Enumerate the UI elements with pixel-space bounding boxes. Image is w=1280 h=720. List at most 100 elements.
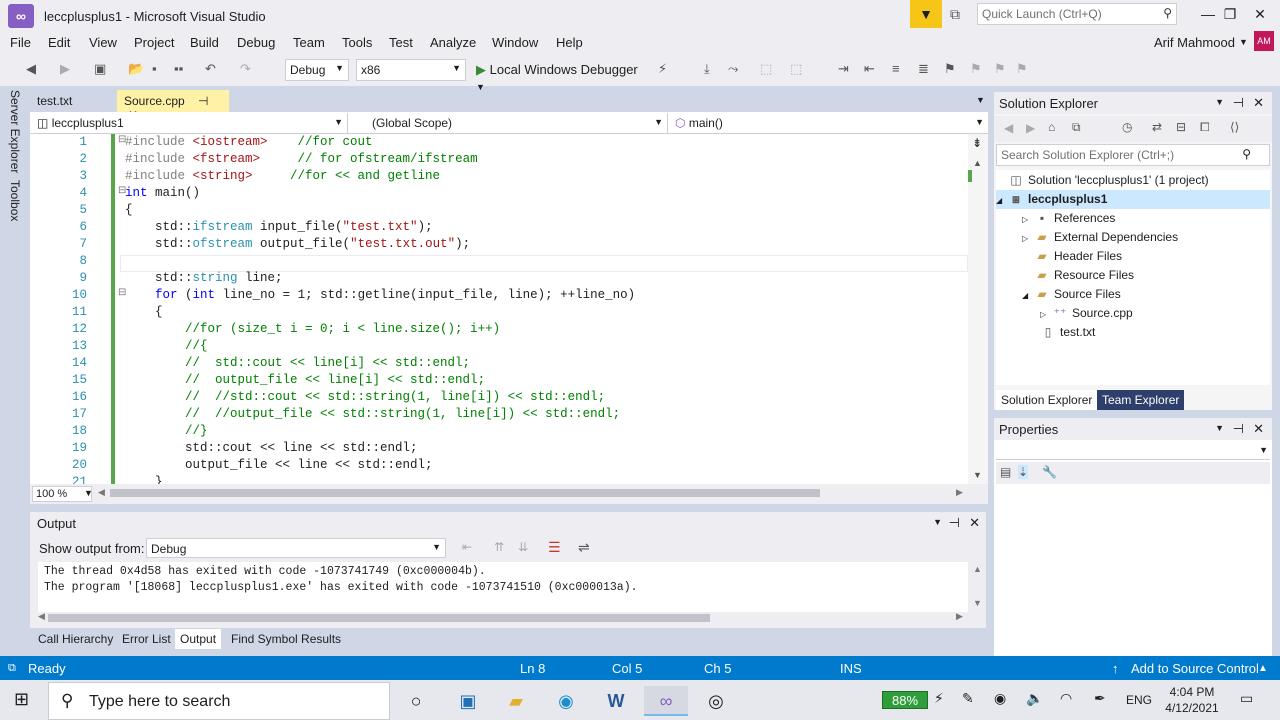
redo-icon[interactable]: ↷ — [240, 61, 251, 77]
forward-icon[interactable]: ▶ — [60, 61, 70, 77]
code-editor[interactable]: 1 2 3 4 5 6 7 8 9 10 11 12 13 14 15 16 1… — [30, 134, 988, 484]
chevron-up-icon[interactable]: ▲ — [1258, 663, 1268, 674]
tab-test-txt[interactable]: test.txt — [30, 90, 80, 112]
power-plug-icon[interactable]: ⚡ — [934, 690, 944, 707]
add-to-source-control[interactable]: Add to Source Control — [1131, 661, 1259, 676]
forward-icon[interactable]: ▶ — [1026, 121, 1035, 135]
scroll-down-icon[interactable]: ▼ — [973, 470, 982, 480]
breakpoint-icon[interactable]: ⬚ — [790, 61, 802, 77]
indent-icon[interactable]: ⇥ — [838, 61, 849, 77]
taskbar-search-input[interactable]: ⚲ Type here to search — [48, 682, 390, 720]
tab-solution-explorer[interactable]: Solution Explorer — [996, 390, 1098, 410]
tab-find-symbol-results[interactable]: Find Symbol Results — [226, 629, 346, 649]
member-select[interactable]: ⬡ main() ▼ — [670, 113, 988, 133]
scroll-left-icon[interactable]: ◀ — [38, 611, 45, 622]
close-icon[interactable]: ✕ — [969, 515, 980, 531]
chevron-down-icon[interactable]: ▼ — [1215, 423, 1224, 433]
switch-views-icon[interactable]: ⧉ — [1072, 120, 1081, 135]
menu-team[interactable]: Team — [293, 35, 325, 50]
quick-launch-input[interactable]: Quick Launch (Ctrl+Q) ⚲ — [977, 3, 1177, 25]
home-icon[interactable]: ⌂ — [1048, 120, 1055, 134]
tab-output[interactable]: Output — [175, 629, 222, 649]
tab-overflow-icon[interactable]: ▼ — [976, 95, 985, 105]
pin-icon[interactable]: ⊣ — [949, 515, 960, 531]
tree-external-dependencies[interactable]: ▷ ▰ External Dependencies — [996, 228, 1270, 247]
step-icon[interactable]: ⤓ — [704, 61, 710, 77]
outdent-icon[interactable]: ⇤ — [864, 61, 875, 77]
tree-header-files[interactable]: ▰ Header Files — [996, 247, 1270, 266]
clock[interactable]: 4:04 PM 4/12/2021 — [1160, 684, 1224, 716]
hot-reload-icon[interactable]: ⚡ — [658, 61, 667, 77]
pin-icon[interactable]: ⊣ — [1233, 95, 1244, 111]
step-over-icon[interactable]: ⤳ — [728, 61, 738, 77]
file-explorer-icon[interactable]: ▰ — [494, 686, 538, 716]
menu-tools[interactable]: Tools — [342, 35, 372, 50]
save-all-icon[interactable]: ▪▪ — [174, 61, 183, 76]
scroll-down-icon[interactable]: ▼ — [973, 598, 982, 608]
scroll-up-icon[interactable]: ▲ — [973, 158, 982, 168]
tree-test-txt[interactable]: ▯ test.txt — [996, 323, 1270, 342]
back-icon[interactable]: ◀ — [26, 61, 36, 77]
notifications-filter-icon[interactable]: ▼ — [910, 0, 942, 28]
avatar[interactable]: AM — [1254, 31, 1274, 51]
zoom-select[interactable]: 100 % — [32, 486, 92, 502]
tree-resource-files[interactable]: ▰ Resource Files — [996, 266, 1270, 285]
pen-icon[interactable]: ✎ — [962, 690, 974, 707]
clear-all-icon[interactable]: ☰ — [548, 539, 561, 556]
scroll-left-icon[interactable]: ◀ — [98, 487, 105, 498]
tab-call-hierarchy[interactable]: Call Hierarchy — [33, 629, 118, 649]
output-text[interactable]: The thread 0x4d58 has exited with code -… — [38, 562, 968, 612]
alphabetical-icon[interactable]: ⇣ — [1018, 465, 1029, 479]
wifi-icon[interactable]: ◠ — [1060, 690, 1072, 707]
language-indicator[interactable]: ENG — [1126, 693, 1152, 707]
scope-select[interactable]: (Global Scope) ▼ — [352, 113, 668, 133]
configuration-select[interactable]: Debug ▼ — [285, 59, 349, 81]
pen-workspace-icon[interactable]: ✒ — [1094, 690, 1106, 707]
properties-object-select[interactable]: ▼ — [996, 442, 1270, 460]
chevron-down-icon[interactable]: ▼ — [933, 517, 942, 527]
sync-icon[interactable]: ⇄ — [1152, 120, 1162, 134]
tab-team-explorer[interactable]: Team Explorer — [1097, 390, 1185, 410]
battery-indicator[interactable]: 88% — [882, 691, 928, 709]
comment-icon[interactable]: ≡ — [892, 61, 900, 76]
next-message-icon[interactable]: ⇊ — [518, 540, 528, 554]
solution-search-input[interactable]: Search Solution Explorer (Ctrl+;) ⚲ — [996, 144, 1270, 166]
user-name[interactable]: Arif Mahmood — [1154, 35, 1235, 50]
menu-test[interactable]: Test — [389, 35, 413, 50]
windows-start-icon[interactable]: ⊞ — [14, 689, 29, 710]
tree-solution[interactable]: ◫ Solution 'leccplusplus1' (1 project) — [996, 171, 1270, 190]
property-pages-icon[interactable]: 🔧 — [1042, 465, 1057, 479]
scroll-right-icon[interactable]: ▶ — [956, 487, 963, 498]
menu-analyze[interactable]: Analyze — [430, 35, 476, 50]
server-explorer-tab[interactable]: Server Explorer — [8, 90, 22, 173]
menu-edit[interactable]: Edit — [48, 35, 70, 50]
menu-help[interactable]: Help — [556, 35, 583, 50]
pin-icon[interactable]: ⊣ — [1233, 421, 1244, 437]
visual-studio-icon[interactable]: ∞ — [644, 686, 688, 716]
menu-file[interactable]: File — [10, 35, 31, 50]
undo-icon[interactable]: ↶ — [205, 61, 216, 77]
tab-source-cpp[interactable]: Source.cpp ⊣ ✕ — [117, 90, 229, 122]
toolbox-tab[interactable]: Toolbox — [8, 180, 22, 221]
prev-bookmark-icon[interactable]: ⚑ — [970, 61, 982, 77]
notifications-icon[interactable]: ▭ — [1240, 690, 1253, 707]
menu-window[interactable]: Window — [492, 35, 538, 50]
uncomment-icon[interactable]: ≣ — [918, 61, 929, 77]
pending-changes-icon[interactable]: ◷ — [1122, 120, 1132, 134]
edge-icon[interactable]: ◉ — [544, 686, 588, 716]
tree-project[interactable]: ◢ ⧆ leccplusplus1 — [996, 190, 1270, 209]
feedback-icon[interactable]: ⧉ — [950, 6, 960, 23]
close-button[interactable]: ✕ — [1240, 0, 1280, 28]
word-icon[interactable]: W — [594, 686, 638, 716]
volume-icon[interactable]: 🔈 — [1026, 690, 1043, 707]
tree-source-files[interactable]: ◢ ▰ Source Files — [996, 285, 1270, 304]
save-icon[interactable]: ▪ — [152, 61, 157, 76]
close-icon[interactable]: ✕ — [1253, 421, 1264, 437]
next-bookmark-icon[interactable]: ⚑ — [994, 61, 1006, 77]
up-arrow-icon[interactable]: ↑ — [1112, 661, 1119, 676]
tree-references[interactable]: ▷ ▪ References — [996, 209, 1270, 228]
obs-icon[interactable]: ◎ — [694, 686, 738, 716]
user-dropdown-icon[interactable]: ▼ — [1239, 37, 1248, 47]
editor-horizontal-scrollbar[interactable] — [110, 489, 820, 497]
menu-debug[interactable]: Debug — [237, 35, 275, 50]
